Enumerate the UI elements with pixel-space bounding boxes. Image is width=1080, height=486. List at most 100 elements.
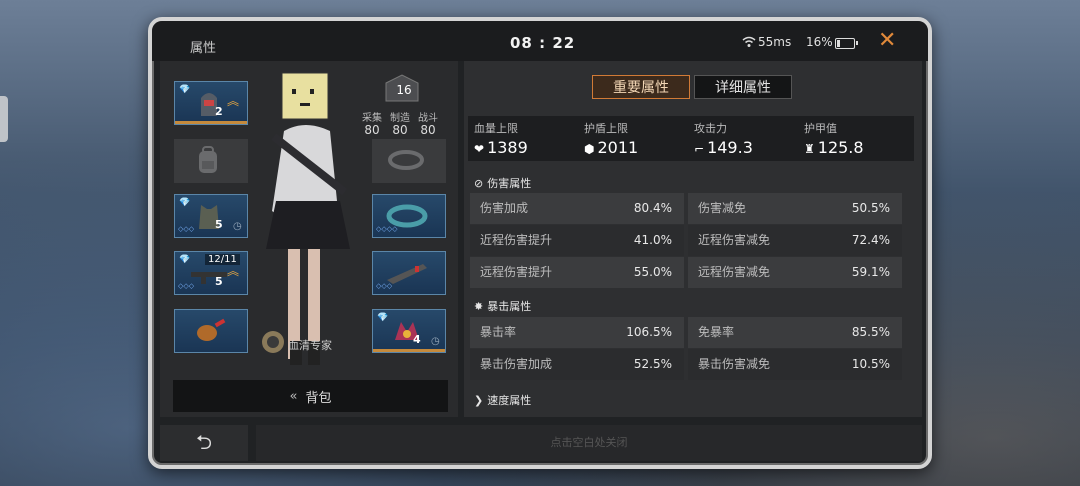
skill-value: 80 [392,123,408,137]
stat-value: 1389 [487,138,528,157]
stat-label: 近程伤害减免 [698,233,771,247]
armor-slot[interactable]: 💎 5 ◇◇◇ ◷ [174,194,248,238]
rank-chevron-icon: ︽ [227,264,240,278]
backpack-label: 背包 [305,390,332,406]
skill-values: 80 80 80 [358,123,454,137]
back-button[interactable]: ⮌ [160,425,248,461]
gun-icon: ⌐ [694,142,705,156]
tab-detailed-attributes[interactable]: 详细属性 [694,75,792,99]
damage-icon: ⊘ [474,177,484,190]
helmet-slot[interactable]: 💎 2 ︽ [174,81,248,125]
return-arrow-icon: ⮌ [195,430,213,454]
stat-value: 80.4% [633,201,672,215]
ring-icon [388,150,424,170]
table-row: 远程伤害提升 55.0% 远程伤害减免 59.1% [470,257,902,288]
weapon-slot-2[interactable]: ◇◇◇ [372,251,446,295]
crit-icon: ✸ [474,300,484,313]
stat-hp: 血量上限 ❤ 1389 [474,120,584,157]
section-damage: ⊘ 伤害属性 [474,175,531,191]
stat-label: 护盾上限 [584,122,628,135]
stat-label: 血量上限 [474,122,518,135]
weapon1-level: 5 [215,275,223,288]
stat-value: 55.0% [633,265,672,279]
quality-stars: ◇◇◇ [178,225,195,233]
stat-cell: 免暴率 85.5% [688,317,902,348]
stat-attack: 攻击力 ⌐ 149.3 [694,120,804,157]
skill-value: 80 [420,123,436,137]
durability-bar [175,121,247,124]
stat-label: 伤害加成 [480,201,529,215]
stat-cell: 暴击率 106.5% [470,317,684,348]
table-row: 伤害加成 80.4% 伤害减免 50.5% [470,193,902,224]
stat-cell: 远程伤害减免 59.1% [688,257,902,288]
section-title: 伤害属性 [487,177,532,190]
bracelet-slot[interactable]: ◇◇◇◇ [372,194,446,238]
stat-value: 149.3 [707,138,753,157]
accessory-slot[interactable] [372,139,446,183]
table-row: 暴击伤害加成 52.5% 暴击伤害减免 10.5% [470,349,902,380]
backpack-button[interactable]: « 背包 [173,380,448,412]
close-button[interactable]: ✕ [878,30,896,52]
equipment-pane: 💎 2 ︽ 💎 5 ◇◇◇ ◷ 💎 12/11 5 ◇◇◇ ︽ 16 采集 制造… [160,61,458,417]
quality-stars: ◇◇◇ [376,282,393,290]
stat-value: 106.5% [626,325,672,339]
side-drawer-handle[interactable] [0,96,8,142]
section-title: 暴击属性 [487,300,532,313]
armor-level: 5 [215,218,223,231]
stat-label: 护甲值 [804,122,837,135]
consumable-slot[interactable] [174,309,248,353]
stat-label: 伤害减免 [698,201,747,215]
quality-stars: ◇◇◇◇ [376,225,398,233]
double-chevron-left-icon: « [289,388,298,404]
stat-value: 52.5% [633,357,672,371]
character-portrait [266,72,350,365]
rank-chevron-icon: ︽ [227,94,240,108]
durability-bar [373,349,445,352]
tap-to-close-hint[interactable]: 点击空白处关闭 [256,425,922,461]
stat-cell: 伤害加成 80.4% [470,193,684,224]
section-title: 速度属性 [487,394,532,407]
stat-value: 2011 [597,138,639,157]
skill-label: 战斗 [418,113,438,124]
stat-label: 攻击力 [694,122,727,135]
ping-value: 55ms [758,35,792,49]
core-stats-summary: 血量上限 ❤ 1389 护盾上限 ⬢ 2011 攻击力 ⌐ 149.3 护甲值 ♜ 12… [468,116,914,161]
wifi-icon [742,36,756,47]
stat-cell: 远程伤害提升 55.0% [470,257,684,288]
table-row: 暴击率 106.5% 免暴率 85.5% [470,317,902,348]
stat-cell: 伤害减免 50.5% [688,193,902,224]
weapon-slot-1[interactable]: 💎 12/11 5 ◇◇◇ ︽ [174,251,248,295]
skill-labels: 采集 制造 战斗 [358,109,454,124]
backpack-icon [199,146,217,173]
stat-label: 远程伤害提升 [480,265,553,279]
level-value: 16 [396,83,412,97]
stat-armor: 护甲值 ♜ 125.8 [804,120,914,157]
stat-cell: 暴击伤害加成 52.5% [470,349,684,380]
top-bar: 属性 08 : 22 55ms 16% ✕ [152,21,928,61]
backpack-slot[interactable] [174,139,248,183]
stat-value: 85.5% [851,325,890,339]
skill-label: 采集 [362,113,382,124]
clock: 08 : 22 [510,34,576,52]
stat-label: 暴击伤害加成 [480,357,553,371]
stat-label: 近程伤害提升 [480,233,553,247]
section-speed: ❯ 速度属性 [474,392,531,408]
stat-value: 10.5% [851,357,890,371]
stat-label: 远程伤害减免 [698,265,771,279]
stat-value: 125.8 [817,138,864,157]
stat-value: 72.4% [851,233,890,247]
mod-slot[interactable]: 💎 4 ◷ [372,309,446,353]
heart-icon: ❤ [474,142,485,156]
stat-cell: 近程伤害减免 72.4% [688,225,902,256]
stat-label: 免暴率 [698,325,735,339]
mod-level: 4 [413,333,421,346]
clock-icon: ◷ [431,336,440,347]
panel-title: 属性 [190,41,217,56]
helmet-icon [201,93,217,116]
stat-value: 59.1% [851,265,890,279]
attributes-panel: 属性 08 : 22 55ms 16% ✕ 💎 2 ︽ 💎 5 ◇◇◇ ◷ 💎 … [148,17,932,469]
tab-primary-attributes[interactable]: 重要属性 [592,75,690,99]
title-badge-label: 血清专家 [288,339,332,352]
stat-value: 50.5% [851,201,890,215]
battery-percent: 16% [806,35,833,49]
